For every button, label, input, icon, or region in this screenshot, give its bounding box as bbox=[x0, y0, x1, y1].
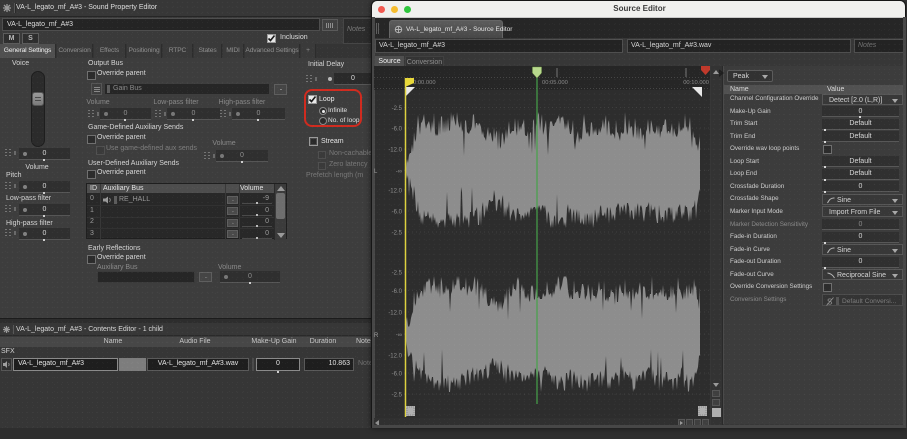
svg-text:-6.0: -6.0 bbox=[392, 289, 403, 295]
svg-text:-6.0: -6.0 bbox=[392, 210, 403, 216]
svg-text:-6.0: -6.0 bbox=[392, 127, 403, 133]
svg-text:-2.5: -2.5 bbox=[392, 106, 403, 112]
svg-text:-6.0: -6.0 bbox=[392, 372, 403, 378]
svg-text:-∞: -∞ bbox=[396, 333, 402, 339]
svg-text:00:10.000: 00:10.000 bbox=[683, 80, 709, 86]
svg-text:00:05.000: 00:05.000 bbox=[542, 80, 568, 86]
svg-text:-2.5: -2.5 bbox=[392, 231, 403, 237]
svg-text:-∞: -∞ bbox=[396, 169, 402, 175]
svg-text:-2.5: -2.5 bbox=[392, 271, 403, 277]
svg-text:-12.0: -12.0 bbox=[388, 311, 402, 317]
svg-text:R: R bbox=[374, 333, 379, 339]
svg-text:-12.0: -12.0 bbox=[388, 189, 402, 195]
svg-text:-12.0: -12.0 bbox=[388, 354, 402, 360]
svg-text:0:00.000: 0:00.000 bbox=[413, 80, 436, 86]
svg-text:-2.5: -2.5 bbox=[392, 393, 403, 399]
svg-text:-12.0: -12.0 bbox=[388, 148, 402, 154]
svg-text:L: L bbox=[374, 169, 378, 175]
